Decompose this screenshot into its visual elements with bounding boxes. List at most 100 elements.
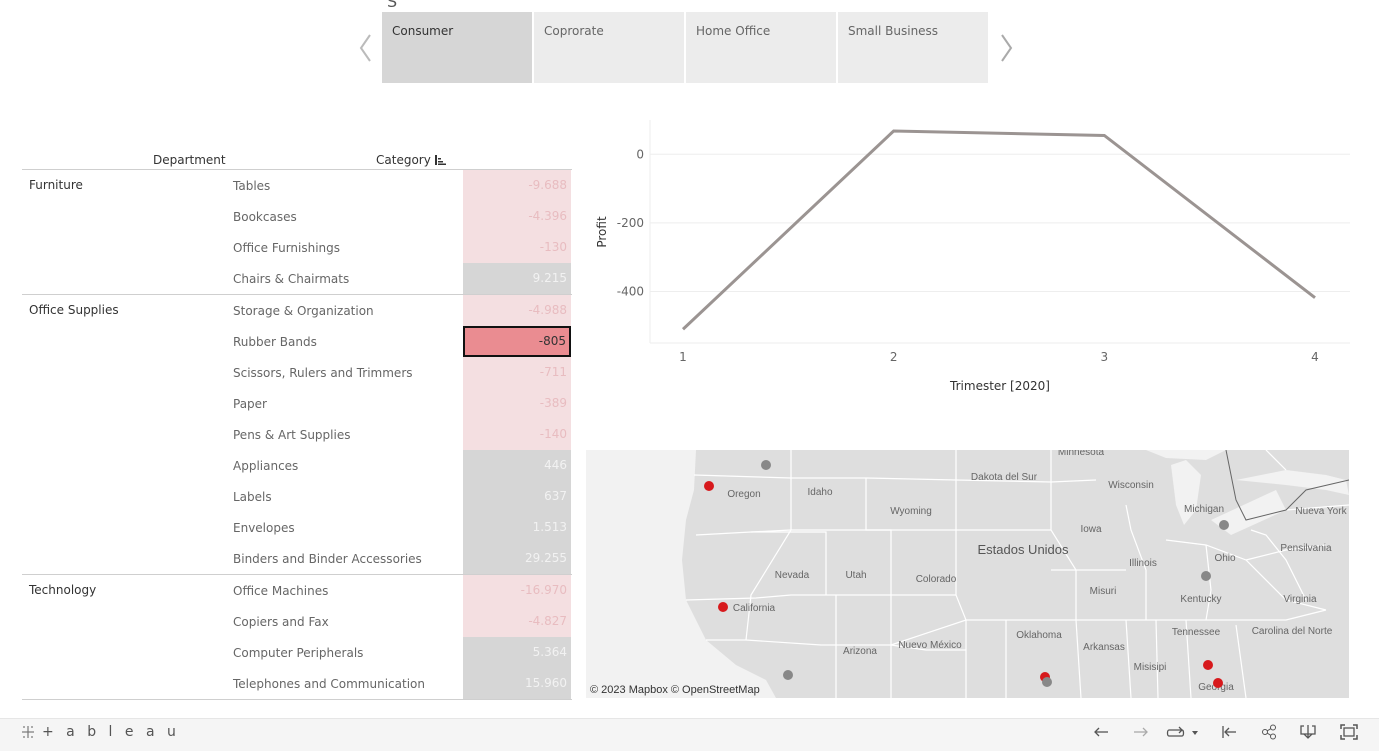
map-label-virginia: Virginia bbox=[1283, 594, 1317, 605]
category-label[interactable]: Chairs & Chairmats bbox=[233, 272, 349, 286]
profit-cell[interactable]: 9.215 bbox=[463, 263, 571, 294]
category-label[interactable]: Envelopes bbox=[233, 521, 295, 535]
profit-cell[interactable]: 15.960 bbox=[463, 668, 571, 699]
profit-cell[interactable]: -4.396 bbox=[463, 201, 571, 232]
table-row[interactable]: Binders and Binder Accessories 29.255 bbox=[22, 543, 572, 574]
redo-icon bbox=[1134, 727, 1148, 737]
table-row[interactable]: Office Machines -16.970 bbox=[22, 575, 572, 606]
share-button[interactable] bbox=[1258, 722, 1280, 742]
category-label[interactable]: Storage & Organization bbox=[233, 304, 374, 318]
map-marker[interactable] bbox=[1219, 520, 1229, 530]
category-label[interactable]: Pens & Art Supplies bbox=[233, 428, 350, 442]
table-row[interactable]: Envelopes 1.513 bbox=[22, 512, 572, 543]
revert-button[interactable] bbox=[1218, 722, 1240, 742]
profit-cell[interactable]: 1.513 bbox=[463, 512, 571, 543]
category-label[interactable]: Office Furnishings bbox=[233, 241, 340, 255]
fullscreen-icon bbox=[1340, 724, 1358, 740]
profit-cell[interactable]: -140 bbox=[463, 419, 571, 450]
map-marker[interactable] bbox=[1042, 677, 1052, 687]
table-row[interactable]: Labels 637 bbox=[22, 481, 572, 512]
category-label[interactable]: Office Machines bbox=[233, 584, 328, 598]
undo-icon bbox=[1094, 727, 1108, 737]
map-label-dakota-del-sur: Dakota del Sur bbox=[971, 472, 1038, 483]
carousel-prev-button[interactable] bbox=[353, 30, 377, 66]
profit-cell[interactable]: -805 bbox=[463, 326, 571, 357]
fullscreen-button[interactable] bbox=[1338, 722, 1360, 742]
category-label[interactable]: Computer Peripherals bbox=[233, 646, 363, 660]
map-marker[interactable] bbox=[718, 602, 728, 612]
tab-consumer[interactable]: Consumer bbox=[382, 12, 532, 83]
tableau-logo[interactable]: + a b l e a u bbox=[20, 724, 180, 740]
map-credit[interactable]: © 2023 Mapbox © OpenStreetMap bbox=[590, 684, 760, 696]
map-label-misuri: Misuri bbox=[1090, 586, 1117, 597]
carousel-next-button[interactable] bbox=[995, 30, 1019, 66]
x-tick-label: 1 bbox=[679, 350, 687, 364]
table-row[interactable]: Scissors, Rulers and Trimmers -711 bbox=[22, 357, 572, 388]
table-row[interactable]: Bookcases -4.396 bbox=[22, 201, 572, 232]
download-button[interactable] bbox=[1297, 722, 1319, 742]
category-header[interactable]: Category bbox=[376, 153, 446, 167]
table-row[interactable]: Copiers and Fax -4.827 bbox=[22, 606, 572, 637]
table-row[interactable]: Rubber Bands -805 bbox=[22, 326, 572, 357]
table-row[interactable]: Storage & Organization -4.988 bbox=[22, 295, 572, 326]
table-row[interactable]: Pens & Art Supplies -140 bbox=[22, 419, 572, 450]
profit-cell[interactable]: -711 bbox=[463, 357, 571, 388]
category-label[interactable]: Tables bbox=[233, 179, 270, 193]
chevron-right-icon bbox=[1001, 34, 1013, 62]
replay-button[interactable] bbox=[1166, 722, 1200, 742]
map-marker[interactable] bbox=[704, 481, 714, 491]
x-tick-label: 2 bbox=[890, 350, 898, 364]
category-label[interactable]: Appliances bbox=[233, 459, 298, 473]
profit-map[interactable]: Minnesota Dakota del Sur Wisconsin Orego… bbox=[586, 450, 1349, 698]
map-marker[interactable] bbox=[1213, 678, 1223, 688]
tab-small-business[interactable]: Small Business bbox=[838, 12, 988, 83]
profit-cell[interactable]: 637 bbox=[463, 481, 571, 512]
map-marker[interactable] bbox=[761, 460, 771, 470]
tab-corporate[interactable]: Coprorate bbox=[534, 12, 684, 83]
tab-home-office[interactable]: Home Office bbox=[686, 12, 836, 83]
segment-tabs: Consumer Coprorate Home Office Small Bus… bbox=[382, 12, 988, 83]
tableau-wordmark: + a b l e a u bbox=[42, 724, 180, 740]
table-row[interactable]: Chairs & Chairmats 9.215 bbox=[22, 263, 572, 294]
profit-cell[interactable]: -9.688 bbox=[463, 170, 571, 201]
profit-line-chart: 0 -200 -400 1 2 3 4 Profit Trimester [2020] bbox=[595, 120, 1350, 393]
category-label[interactable]: Scissors, Rulers and Trimmers bbox=[233, 366, 413, 380]
category-label[interactable]: Paper bbox=[233, 397, 267, 411]
table-row[interactable]: Tables -9.688 bbox=[22, 170, 572, 201]
category-label[interactable]: Binders and Binder Accessories bbox=[233, 552, 422, 566]
table-row[interactable]: Office Furnishings -130 bbox=[22, 232, 572, 263]
sort-icon[interactable] bbox=[434, 155, 446, 165]
segment-title: S bbox=[387, 0, 398, 11]
category-label[interactable]: Bookcases bbox=[233, 210, 297, 224]
map-label-utah: Utah bbox=[845, 570, 866, 581]
profit-cell[interactable]: -16.970 bbox=[463, 575, 571, 606]
undo-button[interactable] bbox=[1090, 722, 1112, 742]
profit-cell[interactable]: -4.988 bbox=[463, 295, 571, 326]
category-label[interactable]: Rubber Bands bbox=[233, 335, 317, 349]
profit-cell[interactable]: 446 bbox=[463, 450, 571, 481]
department-header[interactable]: Department bbox=[153, 153, 226, 167]
profit-series-line[interactable] bbox=[681, 129, 1316, 331]
map-marker[interactable] bbox=[1201, 571, 1211, 581]
category-label[interactable]: Telephones and Communication bbox=[233, 677, 425, 691]
download-icon bbox=[1300, 725, 1316, 739]
table-row[interactable]: Computer Peripherals 5.364 bbox=[22, 637, 572, 668]
table-row[interactable]: Telephones and Communication 15.960 bbox=[22, 668, 572, 699]
chart-gridlines bbox=[650, 153, 1350, 293]
map-marker[interactable] bbox=[783, 670, 793, 680]
profit-cell[interactable]: -4.827 bbox=[463, 606, 571, 637]
table-row[interactable]: Appliances 446 bbox=[22, 450, 572, 481]
map-label-nevada: Nevada bbox=[775, 570, 810, 581]
redo-button[interactable] bbox=[1130, 722, 1152, 742]
table-row[interactable]: Paper -389 bbox=[22, 388, 572, 419]
profit-table: Furniture Tables -9.688 Bookcases -4.396 Offi… bbox=[22, 169, 572, 700]
profit-cell[interactable]: 29.255 bbox=[463, 543, 571, 574]
profit-cell[interactable]: -130 bbox=[463, 232, 571, 263]
category-label[interactable]: Copiers and Fax bbox=[233, 615, 329, 629]
map-marker[interactable] bbox=[1203, 660, 1213, 670]
map-label-ohio: Ohio bbox=[1214, 553, 1236, 564]
profit-cell[interactable]: -389 bbox=[463, 388, 571, 419]
category-label[interactable]: Labels bbox=[233, 490, 272, 504]
profit-cell[interactable]: 5.364 bbox=[463, 637, 571, 668]
map-label-arkansas: Arkansas bbox=[1083, 642, 1125, 653]
